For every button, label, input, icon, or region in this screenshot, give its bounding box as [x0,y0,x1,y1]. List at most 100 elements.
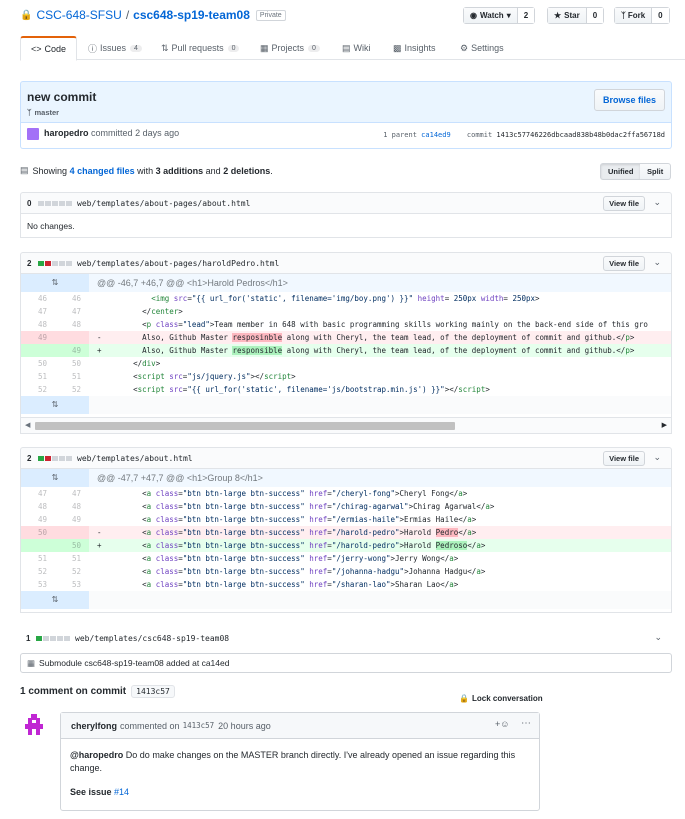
comment-header: cherylfong commented on 1413c57 20 hours… [61,713,539,739]
repo-separator: / [125,8,130,22]
repo-header: 🔒 CSC-648-SFSU / csc648-sp19-team08 Priv… [20,6,286,24]
view-file-button[interactable]: View file [603,256,645,271]
scrollbar-thumb[interactable] [35,422,455,430]
comment-body: @haropedro Do do make changes on the MAS… [61,739,539,809]
expand-down-row: ⇅ [21,396,671,414]
lock-conversation-label: Lock conversation [471,694,543,703]
diffstat-bar [38,455,73,461]
chevron-down-icon[interactable]: ⌄ [654,632,662,643]
file-name[interactable]: web/templates/about-pages/about.html [77,199,250,208]
expand-down-icon[interactable]: ⇅ [21,396,89,414]
expand-down-icon[interactable]: ⇅ [21,591,89,609]
table-row-addition: 50 + <a class="btn btn-large btn-success"… [21,539,671,552]
table-row: 47 47 <a class="btn btn-large btn-success… [37,489,468,498]
comment-time[interactable]: 20 hours ago [218,721,271,731]
comment-box: cherylfong commented on 1413c57 20 hours… [60,712,540,811]
add-reaction-icon[interactable]: +☺ [495,719,509,729]
view-file-button[interactable]: View file [603,196,645,211]
comment-commit-sha[interactable]: 1413c57 [131,685,175,698]
horizontal-scrollbar[interactable]: ◀ ▶ [21,417,671,433]
tab-code[interactable]: <> Code [20,36,78,61]
author-avatar[interactable] [27,128,39,140]
file-name[interactable]: web/templates/csc648-sp19-team08 [75,634,229,643]
repo-name-link[interactable]: csc648-sp19-team08 [133,8,250,22]
code-icon: <> [31,44,42,54]
issue-link[interactable]: #14 [114,787,129,797]
tab-wiki[interactable]: ▤ Wiki [332,36,381,60]
parent-text: 1 parent [383,131,417,139]
comment-sha-link[interactable]: 1413c57 [183,721,215,730]
watch-count[interactable]: 2 [517,8,535,23]
tab-issues[interactable]: ⓘ Issues 4 [78,36,152,60]
user-mention[interactable]: @haropedro [70,750,123,760]
chevron-down-icon[interactable]: ⌄ [653,452,661,463]
star-button[interactable]: ★ Star [548,8,587,23]
parent-sha-link[interactable]: ca14ed9 [421,131,451,139]
table-row: 47 47 </center> [37,307,183,316]
table-row: 49 49 <a class="btn btn-large btn-success… [37,515,477,524]
file-name[interactable]: web/templates/about.html [77,454,193,463]
diff-table: ⇅ @@ -47,7 +47,7 @@ <h1>Group 8</h1> 47 47… [20,469,672,613]
table-row: 51 51 <script src="js/jquery.js"></script… [37,372,296,381]
table-row: 48 48 <p class="lead">Team member in 648 … [37,320,648,329]
browse-files-button[interactable]: Browse files [593,89,665,111]
star-icon: ★ [554,11,562,20]
chevron-down-icon[interactable]: ⌄ [653,257,661,268]
fork-count[interactable]: 0 [652,8,669,23]
repo-nav: <> Code ⓘ Issues 4 ⇅ Pull requests 0 ▦ Project… [20,36,685,61]
expand-up-icon[interactable]: ⇅ [21,274,89,292]
comments-heading-text: 1 comment on commit [20,686,127,697]
commenter-avatar[interactable] [22,712,46,738]
tab-counter: 0 [308,44,320,52]
split-toggle[interactable]: Split [640,163,672,180]
file-header: 2 web/templates/about.html View file ⌄ [20,447,672,469]
see-issue-text: See issue [70,787,112,797]
file-name[interactable]: web/templates/about-pages/haroldPedro.ht… [77,259,279,268]
file-change-count: 2 [27,453,32,463]
fork-button[interactable]: ᛉ Fork [615,8,653,23]
lock-icon: 🔒 [459,694,469,703]
graph-icon: ▩ [393,42,402,53]
file-diff-icon: ▤ [20,165,29,175]
eye-icon: ◉ [470,11,477,20]
pull-request-icon: ⇅ [161,42,169,53]
comment-author-link[interactable]: cherylfong [71,721,117,731]
file-header: 1 web/templates/csc648-sp19-team08 ⌄ [20,630,672,646]
expand-up-icon[interactable]: ⇅ [21,469,89,487]
scroll-left-icon[interactable]: ◀ [25,421,30,429]
commit-title-box: new commit ᛉ master Browse files [20,81,672,123]
expand-up-row: ⇅ @@ -46,7 +46,7 @@ <h1>Harold Pedros</h1… [21,274,671,292]
file-change-count: 2 [27,258,32,268]
tab-label: Issues [100,43,127,53]
diff-summary: ▤ Showing 4 changed files with 3 additio… [20,165,273,176]
commit-label: commit [466,131,493,139]
more-options-icon[interactable]: ⋯ [521,718,531,729]
tab-insights[interactable]: ▩ Insights [383,36,446,60]
fork-icon: ᛉ [621,11,626,20]
author-link[interactable]: haropedro [44,128,89,138]
star-button-group: ★ Star 0 [547,7,605,24]
chevron-down-icon[interactable]: ⌄ [653,197,661,208]
tab-label: Code [44,44,67,54]
summary-with: with [137,165,154,176]
view-file-button[interactable]: View file [603,451,645,466]
branch-icon: ᛉ [27,108,32,117]
file-change-count: 0 [27,198,32,208]
tab-settings[interactable]: ⚙ Settings [450,36,514,60]
repo-owner-link[interactable]: CSC-648-SFSU [36,8,121,22]
tab-label: Settings [471,43,504,53]
lock-conversation-button[interactable]: 🔒 Lock conversation [459,694,543,703]
scroll-right-icon[interactable]: ▶ [662,421,667,429]
summary-showing: Showing [32,165,68,176]
unified-toggle[interactable]: Unified [600,163,642,180]
watch-button[interactable]: ◉ Watch ▾ [464,8,518,23]
changed-files-link[interactable]: 4 changed files [70,166,135,176]
lock-icon: 🔒 [20,9,33,21]
file-change-count: 1 [26,633,31,643]
tab-projects[interactable]: ▦ Projects 0 [250,36,330,60]
star-count[interactable]: 0 [586,8,604,23]
table-row: 46 46 <img src="{{ url_for('static', file… [37,294,540,303]
branch-name[interactable]: master [35,108,60,117]
commit-meta: haropedro committed 2 days ago 1 parent … [20,123,672,149]
tab-pull-requests[interactable]: ⇅ Pull requests 0 [151,36,249,60]
